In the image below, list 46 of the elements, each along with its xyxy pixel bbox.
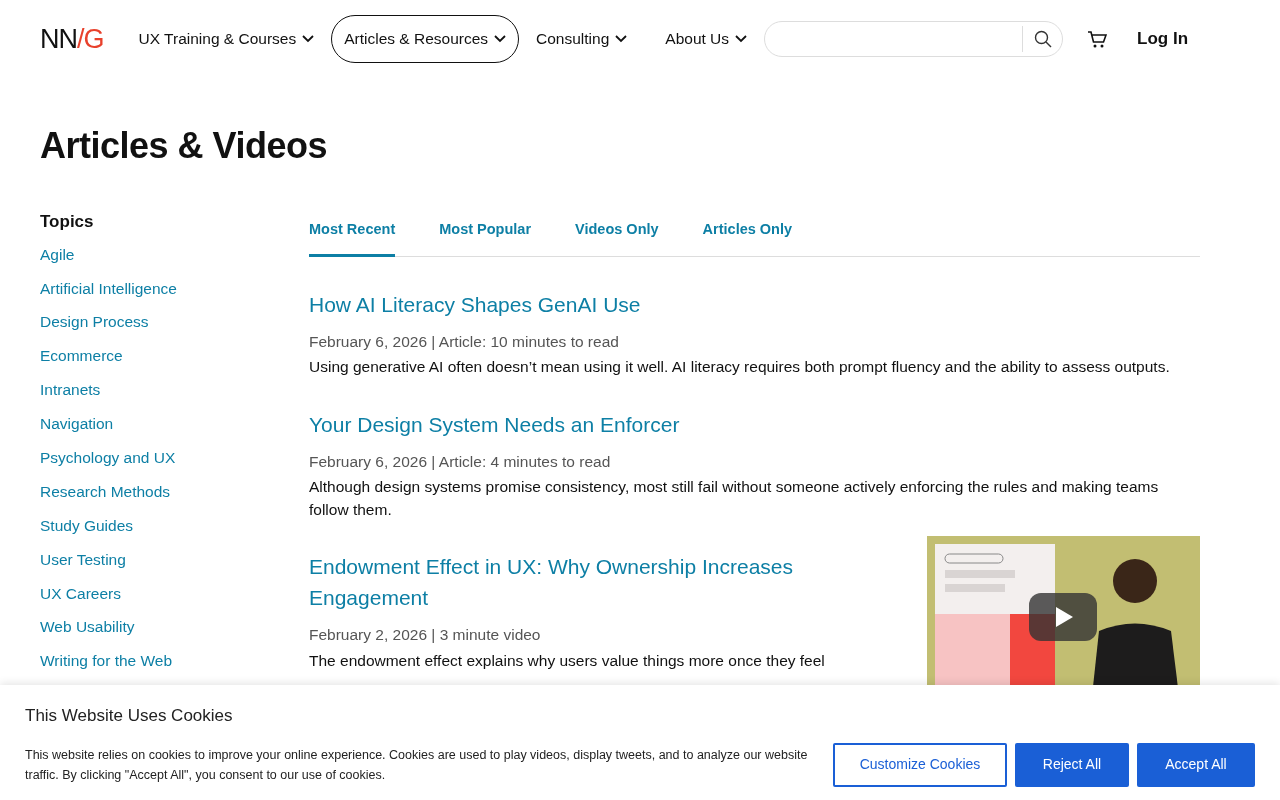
- chevron-down-icon: [615, 35, 628, 43]
- sidebar-heading: Topics: [40, 211, 95, 234]
- article-summary: Using generative AI often doesn’t mean using it well. AI literacy requires both prompt fluency and the ability to assess outputs.: [309, 357, 1171, 378]
- tab[interactable]: Articles Only: [702, 209, 793, 257]
- article-summary: Although design systems promise consistency, most still fail without someone actively enforcing the rules and making teams follow them.: [309, 477, 1160, 521]
- topic-link[interactable]: Navigation: [40, 415, 309, 434]
- article-meta: February 6, 2026 | Article: 4 minutes to read: [309, 452, 612, 473]
- page-title: Articles & Videos: [40, 124, 328, 168]
- topic-link[interactable]: Agile: [40, 245, 309, 265]
- tab[interactable]: Most Popular: [439, 209, 532, 257]
- tab[interactable]: Most Recent: [309, 209, 396, 257]
- topic-link[interactable]: Intranets: [40, 381, 309, 400]
- nav-menu-button[interactable]: Consulting: [523, 15, 641, 63]
- topic-link[interactable]: Ecommerce: [40, 347, 309, 366]
- topic-link[interactable]: Research Methods: [40, 482, 309, 502]
- nav-menu-button[interactable]: About Us: [652, 15, 761, 63]
- cookie-button[interactable]: Accept All: [1137, 742, 1255, 787]
- topic-link[interactable]: Study Guides: [40, 516, 309, 536]
- article-meta: February 6, 2026 | Article: 10 minutes to read: [309, 331, 620, 352]
- play-icon[interactable]: [1029, 593, 1097, 642]
- topic-link[interactable]: Psychology and UX: [40, 449, 309, 468]
- topic-link[interactable]: Web Usability: [40, 618, 309, 638]
- cart-icon[interactable]: [1087, 30, 1108, 49]
- chevron-down-icon: [494, 35, 507, 43]
- article-title-link[interactable]: How AI Literacy Shapes GenAI Use: [309, 288, 641, 320]
- chevron-down-icon: [735, 35, 748, 43]
- search-icon[interactable]: [1033, 30, 1052, 48]
- logo[interactable]: NN/G: [40, 25, 104, 53]
- topic-link[interactable]: Design Process: [40, 313, 309, 333]
- topic-link[interactable]: UX Careers: [40, 584, 309, 604]
- search-field[interactable]: [764, 21, 1064, 57]
- login-link[interactable]: Log In: [1131, 25, 1195, 53]
- tab[interactable]: Videos Only: [575, 209, 659, 257]
- topic-link[interactable]: User Testing: [40, 550, 309, 570]
- cookie-button[interactable]: Reject All: [1015, 742, 1129, 787]
- article-summary: The endowment effect explains why users value things more once they feel: [309, 650, 826, 671]
- article-title-link[interactable]: Your Design System Needs an Enforcer: [309, 409, 680, 441]
- article-meta: February 2, 2026 | 3 minute video: [309, 625, 542, 646]
- cookie-text: This website relies on cookies to improve your online experience. Cookies are used to play videos, display tweets, and to analyze our website traffic. By clicking "Accept All", you consent to our use of cookies.: [25, 746, 809, 784]
- topic-link[interactable]: Artificial Intelligence: [40, 279, 309, 299]
- chevron-down-icon: [302, 35, 315, 43]
- topic-link[interactable]: Writing for the Web: [40, 652, 309, 671]
- nav-menu-button[interactable]: UX Training & Courses: [125, 15, 328, 63]
- cookie-title: This Website Uses Cookies: [25, 705, 234, 727]
- article-title-link[interactable]: Endowment Effect in UX: Why Ownership Increases Engagement: [309, 551, 879, 614]
- cookie-button[interactable]: Customize Cookies: [833, 742, 1007, 787]
